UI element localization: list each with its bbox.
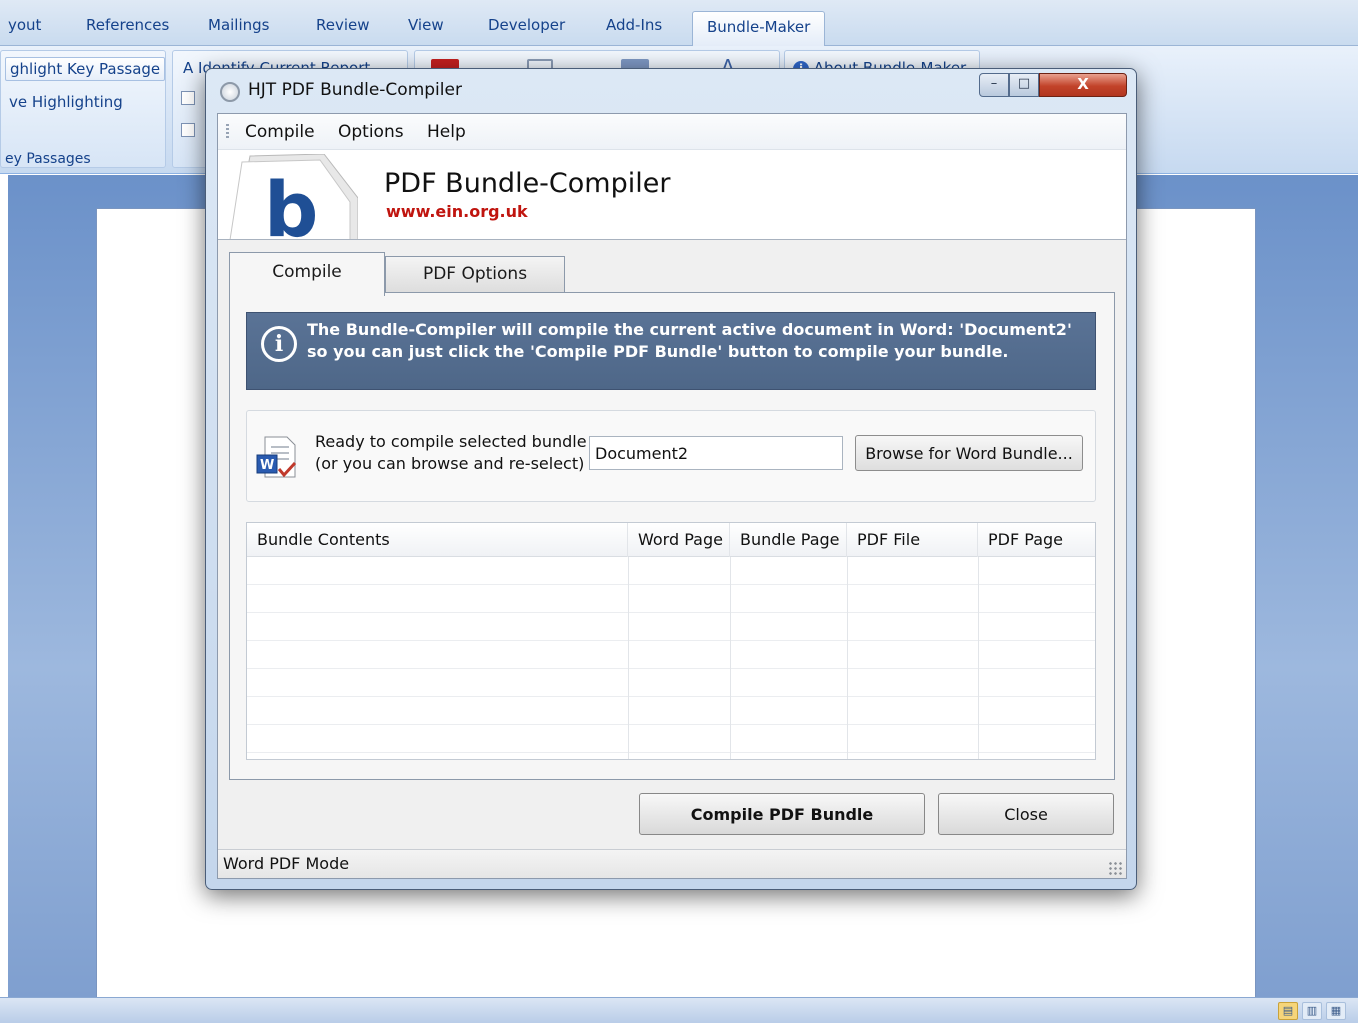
word-tab-add-ins[interactable]: Add-Ins xyxy=(606,16,662,34)
menu-help[interactable]: Help xyxy=(427,122,466,142)
column-pdf-file[interactable]: PDF File xyxy=(847,523,978,557)
compile-tab-panel: i The Bundle-Compiler will compile the c… xyxy=(229,292,1115,780)
grid-header: Bundle Contents Word Page Bundle Page PD… xyxy=(247,523,1095,557)
word-tab-mailings[interactable]: Mailings xyxy=(208,16,269,34)
word-status-bar: ▤ ▥ ▦ xyxy=(0,997,1358,1023)
table-row[interactable] xyxy=(247,613,1095,641)
logo-icon: b xyxy=(229,154,358,240)
compile-pdf-bundle-button[interactable]: Compile PDF Bundle xyxy=(639,793,925,835)
status-bar: Word PDF Mode xyxy=(218,849,1126,878)
word-tab-review[interactable]: Review xyxy=(316,16,370,34)
print-layout-view-icon[interactable]: ▤ xyxy=(1278,1002,1298,1020)
menu-options[interactable]: Options xyxy=(338,122,404,142)
svg-text:W: W xyxy=(260,458,274,473)
ready-line-1: Ready to compile selected bundle xyxy=(315,432,587,451)
close-button[interactable]: Close xyxy=(938,793,1114,835)
full-screen-reading-view-icon[interactable]: ▥ xyxy=(1302,1002,1322,1020)
word-document-icon: W xyxy=(256,436,297,478)
close-window-button[interactable]: X xyxy=(1039,73,1127,97)
minimize-button[interactable]: – xyxy=(979,73,1009,97)
grid-divider xyxy=(628,557,629,759)
word-tab-developer[interactable]: Developer xyxy=(488,16,565,34)
ready-to-compile-text: Ready to compile selected bundle (or you… xyxy=(315,431,587,475)
browse-word-bundle-button[interactable]: Browse for Word Bundle... xyxy=(855,435,1083,471)
info-icon: i xyxy=(261,326,297,362)
web-layout-view-icon[interactable]: ▦ xyxy=(1326,1002,1346,1020)
maximize-button[interactable]: □ xyxy=(1009,73,1039,97)
word-tab-references[interactable]: References xyxy=(86,16,169,34)
word-tab-layout[interactable]: yout xyxy=(8,16,41,34)
highlight-key-passage-button[interactable]: ghlight Key Passage xyxy=(5,57,166,81)
bundle-contents-grid[interactable]: Bundle Contents Word Page Bundle Page PD… xyxy=(246,522,1096,760)
table-row[interactable] xyxy=(247,557,1095,585)
column-pdf-page[interactable]: PDF Page xyxy=(978,523,1095,557)
menu-grip-icon[interactable] xyxy=(226,124,229,140)
document-icon xyxy=(181,91,195,105)
grid-divider xyxy=(978,557,979,759)
bundle-selection-panel: W Ready to compile selected bundle (or y… xyxy=(246,410,1096,502)
app-icon xyxy=(220,82,240,102)
bundle-compiler-dialog: HJT PDF Bundle-Compiler – □ X Compile Op… xyxy=(205,68,1137,890)
logo-letter: b xyxy=(264,165,318,240)
grid-divider xyxy=(847,557,848,759)
word-tab-bundle-maker[interactable]: Bundle-Maker xyxy=(692,11,826,47)
tab-compile[interactable]: Compile xyxy=(229,252,385,296)
table-row[interactable] xyxy=(247,669,1095,697)
bundle-document-field[interactable] xyxy=(589,436,843,470)
menu-bar: Compile Options Help xyxy=(218,114,1126,150)
column-bundle-contents[interactable]: Bundle Contents xyxy=(247,523,628,557)
ready-line-2: (or you can browse and re-select) xyxy=(315,454,585,473)
word-ribbon-tabs: yout References Mailings Review View Dev… xyxy=(0,0,1358,47)
info-banner: i The Bundle-Compiler will compile the c… xyxy=(246,312,1096,390)
tab-pdf-options[interactable]: PDF Options xyxy=(385,256,565,294)
ribbon-group-key-passages: ghlight Key Passage ve Highlighting ey P… xyxy=(0,50,166,168)
column-word-page[interactable]: Word Page xyxy=(628,523,730,557)
report-icon: A xyxy=(183,59,194,77)
status-text: Word PDF Mode xyxy=(223,854,350,873)
table-row[interactable] xyxy=(247,725,1095,753)
dialog-title: HJT PDF Bundle-Compiler xyxy=(248,80,462,100)
app-title: PDF Bundle-Compiler xyxy=(384,168,671,199)
table-row[interactable] xyxy=(247,585,1095,613)
table-row[interactable] xyxy=(247,697,1095,725)
document-icon xyxy=(181,123,195,137)
table-row[interactable] xyxy=(247,641,1095,669)
remove-highlighting-button[interactable]: ve Highlighting xyxy=(5,91,127,113)
dialog-titlebar[interactable]: HJT PDF Bundle-Compiler – □ X xyxy=(206,69,1136,113)
ribbon-group-label: ey Passages xyxy=(5,151,91,167)
dialog-client-area: Compile Options Help b PDF Bundle-Compil… xyxy=(217,113,1127,879)
menu-compile[interactable]: Compile xyxy=(245,122,315,142)
info-banner-text: The Bundle-Compiler will compile the cur… xyxy=(307,320,1072,361)
word-tab-view[interactable]: View xyxy=(408,16,444,34)
tab-strip: Compile PDF Options xyxy=(229,252,1119,296)
column-bundle-page[interactable]: Bundle Page xyxy=(730,523,847,557)
app-header: b PDF Bundle-Compiler www.ein.org.uk xyxy=(218,150,1126,240)
resize-grip-icon[interactable] xyxy=(1108,861,1122,875)
grid-divider xyxy=(730,557,731,759)
app-url-link[interactable]: www.ein.org.uk xyxy=(386,202,528,221)
